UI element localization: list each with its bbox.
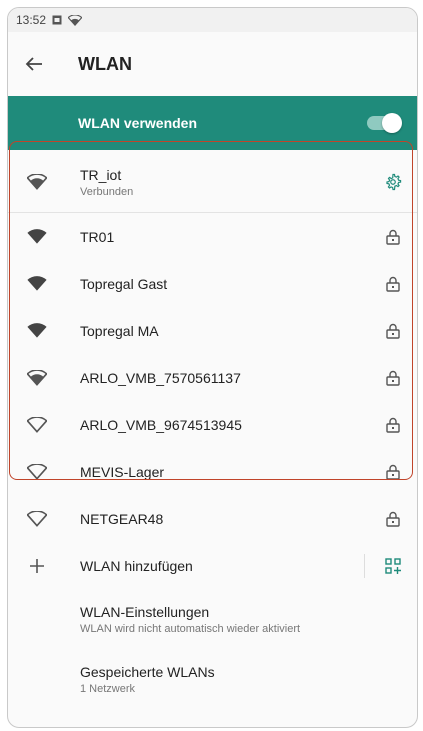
wlan-toggle-switch[interactable] [367, 113, 402, 133]
qr-scan-button[interactable] [369, 557, 417, 574]
network-settings-button[interactable] [369, 173, 417, 191]
setting-subtitle: 1 Netzwerk [80, 682, 136, 695]
setting-title: WLAN-Einstellungen [80, 603, 210, 620]
status-time: 13:52 [16, 13, 47, 27]
switch-knob [382, 113, 402, 133]
network-name: MEVIS-Lager [80, 463, 165, 480]
saved-networks-item[interactable]: Gespeicherte WLANs 1 Netzwerk [8, 649, 417, 709]
wifi-signal-full-icon [27, 322, 47, 338]
network-status: Verbunden [80, 185, 134, 198]
add-network-row[interactable]: WLAN hinzufügen [8, 542, 417, 589]
add-network-label: WLAN hinzufügen [80, 557, 193, 574]
wlan-master-toggle-row[interactable]: WLAN verwenden [8, 96, 417, 150]
phone-screen: 13:52 WLAN WLAN verwenden TR_iot Verbund… [7, 7, 418, 728]
wifi-signal-full-icon [27, 228, 47, 244]
wifi-signal-weak-icon [27, 463, 47, 480]
wifi-signal-weak-icon [27, 416, 47, 433]
network-row-connected[interactable]: TR_iot Verbunden [8, 152, 417, 213]
network-name: TR01 [80, 228, 115, 245]
lock-icon [386, 229, 400, 245]
network-name: Topregal Gast [80, 275, 168, 292]
lock-icon [386, 464, 400, 480]
network-row[interactable]: ARLO_VMB_9674513945 [8, 401, 417, 448]
wifi-signal-full-icon [27, 275, 47, 291]
status-bar: 13:52 [8, 8, 417, 32]
wifi-signal-icon [27, 174, 47, 190]
network-row[interactable]: Topregal MA [8, 307, 417, 354]
gear-icon [386, 173, 402, 191]
network-name: NETGEAR48 [80, 510, 164, 527]
network-name: ARLO_VMB_9674513945 [80, 416, 242, 433]
lock-icon [386, 370, 400, 386]
network-row[interactable]: Topregal Gast [8, 260, 417, 307]
network-list: TR_iot Verbunden TR01 Topregal Gast Topr… [8, 152, 417, 709]
lock-icon [386, 511, 400, 527]
arrow-back-icon [25, 57, 42, 71]
setting-title: Gespeicherte WLANs [80, 663, 215, 680]
wifi-status-icon [68, 14, 83, 26]
wlan-settings-item[interactable]: WLAN-Einstellungen WLAN wird nicht autom… [8, 589, 417, 649]
wifi-signal-partial-icon [27, 369, 47, 386]
network-name: TR_iot [80, 166, 122, 183]
wifi-signal-weak-icon [27, 510, 47, 527]
lock-icon [386, 417, 400, 433]
page-title: WLAN [78, 53, 132, 74]
lock-icon [386, 276, 400, 292]
setting-subtitle: WLAN wird nicht automatisch wieder aktiv… [80, 622, 301, 635]
notification-icon [52, 15, 62, 25]
network-row[interactable]: NETGEAR48 [8, 495, 417, 542]
network-row[interactable]: MEVIS-Lager [8, 448, 417, 495]
network-name: Topregal MA [80, 322, 159, 339]
lock-icon [386, 323, 400, 339]
qr-code-icon [385, 557, 401, 574]
plus-icon [30, 558, 44, 573]
network-name: ARLO_VMB_7570561137 [80, 369, 241, 386]
back-button[interactable] [8, 32, 60, 96]
wlan-master-label: WLAN verwenden [78, 115, 198, 131]
network-row[interactable]: ARLO_VMB_7570561137 [8, 354, 417, 401]
app-bar: WLAN [8, 32, 417, 96]
vertical-divider [364, 554, 365, 578]
network-row[interactable]: TR01 [8, 213, 417, 260]
